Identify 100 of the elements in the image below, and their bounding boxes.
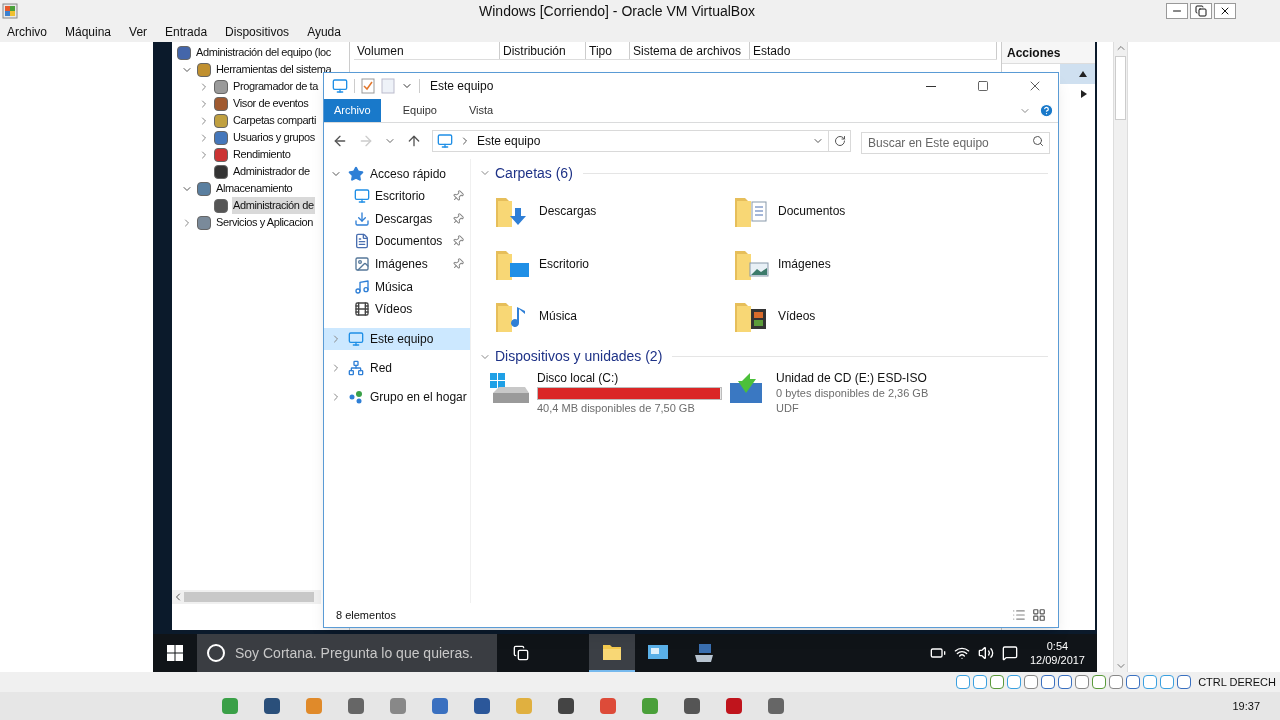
menu-item[interactable]: Ayuda xyxy=(307,23,341,41)
menu-item[interactable]: Archivo xyxy=(7,23,47,41)
taskbar-app-icon[interactable] xyxy=(474,698,490,714)
nav-item[interactable]: Este equipo xyxy=(324,327,470,350)
status-device-icon[interactable] xyxy=(1007,675,1022,689)
column-header[interactable]: Estado xyxy=(750,42,997,59)
folder-item[interactable]: Imágenes xyxy=(732,237,1048,290)
tree-item[interactable]: Carpetas comparti xyxy=(232,112,318,129)
column-header[interactable]: Tipo xyxy=(586,42,630,59)
tiles-view-icon[interactable] xyxy=(1032,608,1046,622)
folder-item[interactable]: Escritorio xyxy=(493,237,732,290)
details-view-icon[interactable] xyxy=(1012,608,1026,622)
taskbar-app[interactable] xyxy=(589,634,635,672)
nav-item[interactable]: Red xyxy=(324,356,470,379)
drive-name: Unidad de CD (E:) ESD-ISO xyxy=(776,370,928,386)
menu-item[interactable]: Entrada xyxy=(165,23,208,41)
help-icon[interactable] xyxy=(1039,103,1054,118)
status-device-icon[interactable] xyxy=(1160,675,1175,689)
menu-item[interactable]: Ver xyxy=(129,23,148,41)
status-device-icon[interactable] xyxy=(1126,675,1141,689)
status-device-icon[interactable] xyxy=(1024,675,1039,689)
tree-item[interactable]: Programador de ta xyxy=(232,78,319,95)
tree-item[interactable]: Administrador de xyxy=(232,163,311,180)
tree-item[interactable]: Usuarios y grupos xyxy=(232,129,316,146)
vm-screen[interactable] xyxy=(153,42,1097,672)
taskbar-app-icon[interactable] xyxy=(684,698,700,714)
address-bar[interactable]: Este equipo xyxy=(432,130,829,152)
status-device-icon[interactable] xyxy=(1177,675,1192,689)
tree-item[interactable]: Herramientas del sistema xyxy=(215,61,333,78)
back-arrow-icon[interactable] xyxy=(332,133,348,149)
nav-item[interactable]: Vídeos xyxy=(324,297,470,321)
vertical-scrollbar[interactable] xyxy=(1113,42,1128,672)
status-device-icon[interactable] xyxy=(1092,675,1107,689)
network-icon[interactable] xyxy=(953,645,970,661)
folder-item[interactable]: Música xyxy=(493,290,732,343)
taskbar-app-icon[interactable] xyxy=(432,698,448,714)
status-device-icon[interactable] xyxy=(956,675,971,689)
status-device-icon[interactable] xyxy=(1109,675,1124,689)
ribbon-tab[interactable]: Equipo xyxy=(392,99,447,122)
taskbar-app-icon[interactable] xyxy=(390,698,406,714)
column-header[interactable]: Distribución xyxy=(500,42,586,59)
cortana-search-field[interactable]: Soy Cortana. Pregunta lo que quieras. xyxy=(197,634,497,672)
status-device-icon[interactable] xyxy=(1041,675,1056,689)
horizontal-scrollbar[interactable] xyxy=(172,590,321,604)
status-device-icon[interactable] xyxy=(1058,675,1073,689)
nav-item[interactable]: Grupo en el hogar xyxy=(324,385,470,408)
clock[interactable]: 0:54 12/09/2017 xyxy=(1025,639,1089,667)
battery-icon[interactable] xyxy=(929,645,946,661)
taskbar-app-icon[interactable] xyxy=(558,698,574,714)
column-header[interactable]: Volumen xyxy=(354,42,500,59)
menu-item[interactable]: Máquina xyxy=(65,23,112,41)
taskbar-app-icon[interactable] xyxy=(726,698,742,714)
minimize-button[interactable] xyxy=(1166,3,1188,19)
volume-icon[interactable] xyxy=(977,645,994,661)
search-field[interactable]: Buscar en Este equipo xyxy=(861,132,1050,154)
nav-item[interactable]: Escritorio xyxy=(324,185,470,208)
drive-item[interactable]: Unidad de CD (E:) ESD-ISO 0 bytes disponibles de 2,36 GB UDF xyxy=(728,370,1048,416)
tree-item[interactable]: Servicios y Aplicacion xyxy=(215,214,314,231)
folder-item[interactable]: Documentos xyxy=(732,185,1048,238)
taskbar-app-icon[interactable] xyxy=(264,698,280,714)
clock[interactable]: 19:37 xyxy=(1232,697,1260,715)
menu-item[interactable]: Dispositivos xyxy=(225,23,290,41)
properties-icon[interactable] xyxy=(361,78,375,94)
tree-item[interactable]: Almacenamiento xyxy=(215,180,294,197)
nav-item[interactable]: Música xyxy=(324,275,470,298)
status-device-icon[interactable] xyxy=(973,675,988,689)
taskbar-app-icon[interactable] xyxy=(600,698,616,714)
close-button[interactable] xyxy=(1214,3,1236,19)
tree-item[interactable]: Rendimiento xyxy=(232,146,292,163)
section-header[interactable]: Carpetas (6) xyxy=(495,162,573,184)
refresh-button[interactable] xyxy=(829,130,851,152)
taskbar-app-icon[interactable] xyxy=(642,698,658,714)
taskbar-app-icon[interactable] xyxy=(222,698,238,714)
column-header[interactable]: Sistema de archivos xyxy=(630,42,750,59)
notifications-icon[interactable] xyxy=(1001,645,1018,661)
forward-arrow-icon[interactable] xyxy=(358,133,374,149)
tree-item[interactable]: Visor de eventos xyxy=(232,95,310,112)
nav-item[interactable]: Imágenes xyxy=(324,252,470,276)
scroll-thumb[interactable] xyxy=(1115,56,1126,120)
ribbon-tab[interactable]: Archivo xyxy=(324,99,381,122)
actions-row[interactable] xyxy=(1060,64,1095,84)
status-device-icon[interactable] xyxy=(1143,675,1158,689)
status-device-icon[interactable] xyxy=(1075,675,1090,689)
nav-item[interactable]: Descargas xyxy=(324,207,470,231)
nav-item[interactable]: Acceso rápido xyxy=(324,163,470,185)
nav-item[interactable]: Documentos xyxy=(324,230,470,253)
search-icon[interactable] xyxy=(1032,135,1044,147)
folder-item[interactable]: Vídeos xyxy=(732,290,1048,343)
collapse-triangle-icon xyxy=(1079,71,1087,77)
restore-button[interactable] xyxy=(1190,3,1212,19)
ribbon-tab[interactable]: Vista xyxy=(458,99,504,122)
section-header[interactable]: Dispositivos y unidades (2) xyxy=(495,346,663,367)
folder-item[interactable]: Descargas xyxy=(493,185,732,238)
taskbar-app-icon[interactable] xyxy=(768,698,784,714)
computer-icon[interactable] xyxy=(332,78,348,94)
drive-item[interactable]: Disco local (C:) 40,4 MB disponibles de 7,50 GB xyxy=(489,370,728,416)
tree-item[interactable]: Administración de xyxy=(232,197,315,214)
taskbar-app-icon[interactable] xyxy=(348,698,364,714)
status-device-icon[interactable] xyxy=(990,675,1005,689)
tree-item[interactable]: Administración del equipo (loc xyxy=(195,44,332,61)
